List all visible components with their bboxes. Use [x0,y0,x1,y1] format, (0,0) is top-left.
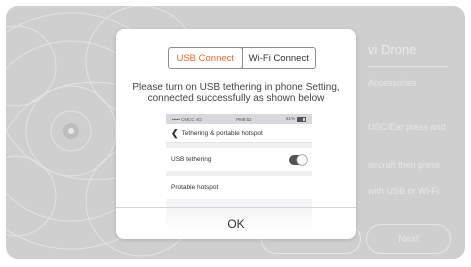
phone-row-usb-tethering: USB tethering [166,148,312,171]
phone-row-hotspot: Protable hotspot [166,176,312,199]
connection-type-tabs: USB Connect Wi-Fi Connect [168,47,316,69]
battery-icon [296,116,306,122]
ok-button[interactable]: OK [116,208,356,239]
background-text-3: aircraft then press [368,160,441,170]
background-next-button: Next [366,224,451,254]
tab-wifi-connect[interactable]: Wi-Fi Connect [241,48,316,68]
status-time: PM8:52 [236,116,252,122]
usb-tethering-label: USB tethering [171,156,212,163]
tab-usb-connect[interactable]: USB Connect [169,48,243,68]
usb-connect-dialog: USB Connect Wi-Fi Connect Please turn on… [116,29,356,239]
background-title: vi Drone [368,42,417,57]
phone-nav-bar: ❮ Tethering & portable hotspot [166,124,312,143]
back-chevron-icon: ❮ [171,127,179,138]
battery-percent: 81% [285,116,295,122]
hotspot-label: Protable hotspot [171,184,219,191]
phone-nav-title: Tethering & portable hotspot [181,129,263,137]
usb-tethering-toggle-icon [289,154,307,165]
battery-indicator: 81% [285,116,306,122]
phone-status-bar: ••••• CMCC 4G PM8:52 81% [166,114,312,124]
background-text-2: USC/Ear press and [368,122,446,132]
background-text-4: with USB or Wi-Fi [368,186,440,196]
background-divider [368,66,448,67]
carrier-label: ••••• CMCC 4G [172,116,202,122]
background-text-1: Accessories [368,78,417,88]
instruction-line-2: connected successfully as shown below [147,93,325,104]
instruction-text: Please turn on USB tethering in phone Se… [116,82,356,104]
instruction-line-1: Please turn on USB tethering in phone Se… [132,82,340,93]
